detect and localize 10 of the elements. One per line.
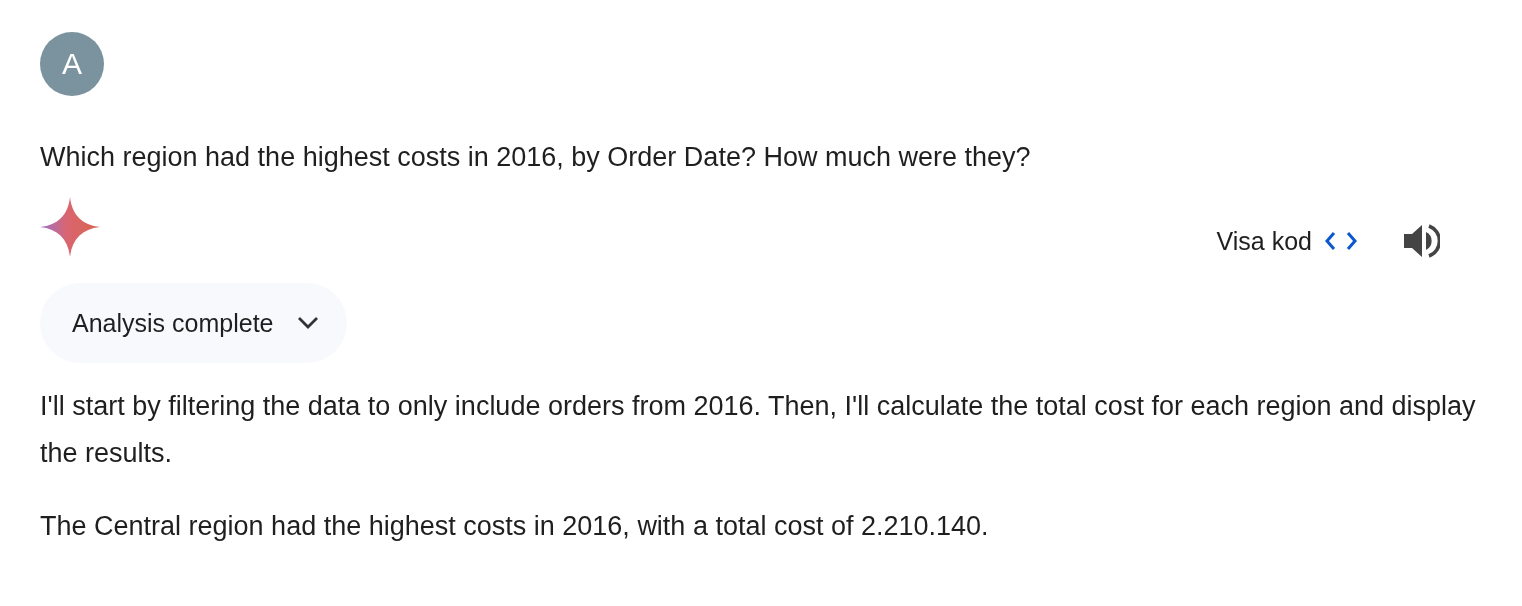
show-code-button[interactable]: Visa kod: [1216, 226, 1358, 256]
user-avatar: A: [40, 32, 104, 96]
speaker-icon[interactable]: [1402, 223, 1440, 259]
response-paragraph: The Central region had the highest costs in 2016, with a total cost of 2.210.140.: [40, 510, 990, 543]
response-paragraph: I'll start by filtering the data to only include orders from 2016. Then, I'll calculate the total cost for each region and display the results.: [40, 390, 1477, 470]
code-icon: [1324, 230, 1358, 252]
sparkle-icon: [40, 197, 100, 257]
chevron-icon: [297, 316, 320, 330]
user-question: Which region had the highest costs in 2016, by Order Date? How much were they?: [40, 141, 1032, 174]
analysis-toggle[interactable]: Analysis complete: [40, 283, 348, 363]
